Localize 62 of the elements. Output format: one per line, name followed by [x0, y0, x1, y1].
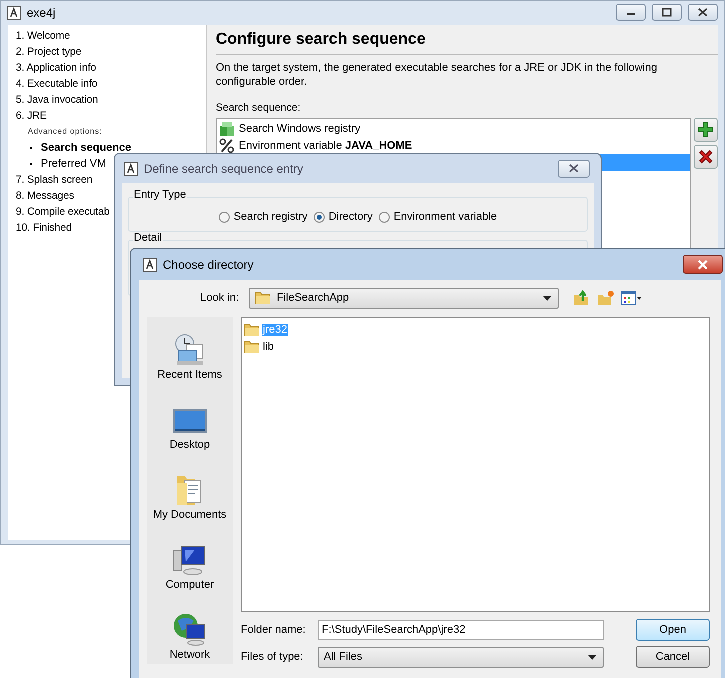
close-icon	[697, 260, 709, 270]
field-label: Look in:	[199, 292, 239, 304]
places-item[interactable]: My Documents	[153, 465, 227, 521]
close-button[interactable]	[688, 4, 718, 21]
minimize-button[interactable]	[616, 4, 646, 21]
caret-icon	[543, 296, 552, 300]
delete-button[interactable]	[694, 145, 718, 169]
add-button[interactable]	[694, 118, 718, 142]
cross-icon	[697, 148, 715, 166]
window-title: Define search sequence entry	[144, 162, 304, 176]
file-item[interactable]: lib	[262, 340, 276, 352]
list-label: Search sequence:	[216, 102, 302, 114]
maximize-icon	[662, 8, 672, 17]
caret-icon	[588, 654, 597, 660]
close-icon	[568, 164, 580, 173]
places-item[interactable]: Computer	[166, 535, 214, 591]
folder-icon	[244, 338, 260, 354]
percent-icon	[219, 138, 235, 154]
field-label: Folder name:	[241, 624, 307, 636]
window-title: Choose directory	[163, 258, 254, 272]
group-label: Entry Type	[133, 189, 188, 201]
computer-icon	[172, 545, 207, 577]
file-type-dropdown[interactable]: All Files	[318, 646, 604, 668]
wizard-step[interactable]: 2. Project type	[16, 44, 206, 60]
radio-option[interactable]: Directory	[314, 211, 373, 223]
view-menu-button[interactable]	[621, 290, 643, 306]
wizard-step[interactable]: 6. JRE	[16, 108, 206, 124]
folder-icon	[255, 290, 271, 306]
wizard-step[interactable]: 1. Welcome	[16, 28, 206, 44]
window-title: exe4j	[27, 6, 56, 20]
page-heading: Configure search sequence	[216, 31, 718, 55]
field-label: Files of type:	[241, 651, 304, 663]
look-in-dropdown[interactable]: FileSearchApp	[249, 288, 559, 308]
wizard-substep[interactable]: Search sequence	[16, 140, 206, 156]
places-item[interactable]: Recent Items	[158, 325, 222, 381]
maximize-button[interactable]	[652, 4, 682, 21]
dialog-button[interactable]: Cancel	[636, 646, 710, 668]
close-button[interactable]	[683, 255, 723, 274]
app-icon	[143, 258, 157, 272]
wizard-step[interactable]: 3. Application info	[16, 60, 206, 76]
wizard-step[interactable]: 4. Executable info	[16, 76, 206, 92]
folder-name-field[interactable]: F:\Study\FileSearchApp\jre32	[318, 620, 604, 640]
description-text: On the target system, the generated executable searches for a JRE or JDK in the following configurable order.	[216, 61, 658, 89]
list-item[interactable]: Search Windows registry	[217, 120, 690, 137]
radio-option[interactable]: Environment variable	[378, 211, 498, 223]
up-folder-button[interactable]	[573, 289, 591, 307]
places-item[interactable]: Desktop	[170, 395, 210, 451]
wizard-step[interactable]: 5. Java invocation	[16, 92, 206, 108]
section-label: Advanced options:	[27, 126, 104, 138]
app-icon	[7, 6, 21, 20]
plus-icon	[697, 121, 715, 139]
registry-icon	[219, 120, 235, 136]
folder-icon	[244, 322, 260, 338]
list-item[interactable]: Environment variable JAVA_HOME	[217, 137, 690, 154]
places-item[interactable]: Network	[170, 605, 210, 661]
close-icon	[698, 8, 708, 17]
app-icon	[124, 162, 138, 176]
close-button[interactable]	[558, 160, 590, 178]
globe-computer-icon	[173, 613, 207, 647]
group-label: Detail	[133, 232, 164, 244]
dialog-button[interactable]: Open	[636, 619, 710, 641]
radio-option[interactable]: Search registry	[218, 211, 308, 223]
